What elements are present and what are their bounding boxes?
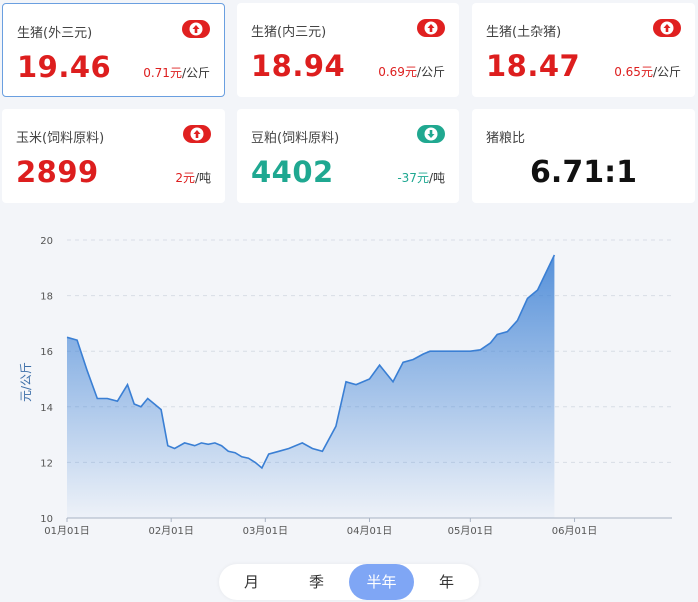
change-unit: /吨 [428,171,445,185]
change-unit: /公斤 [416,65,445,79]
x-tick-label: 05月01日 [448,525,493,537]
card-name: 生猪(内三元) [251,25,327,40]
price-card-pig-inner[interactable]: 生猪(内三元) 18.94 0.69元/公斤 [237,3,459,97]
x-tick-label: 02月01日 [148,525,193,537]
range-tab-half-year[interactable]: 半年 [349,564,414,600]
change-amount: 0.71元 [143,66,182,80]
card-value: 18.94 [251,49,346,83]
change-unit: /公斤 [652,65,681,79]
y-tick-label: 14 [40,403,53,414]
y-tick-label: 12 [40,458,53,469]
card-name: 猪粮比 [486,131,526,146]
change-amount: 0.69元 [378,65,417,79]
arrow-down-icon [417,125,445,143]
arrow-up-icon [417,19,445,37]
card-change: 2元/吨 [175,169,211,186]
x-tick-label: 03月01日 [243,525,288,537]
change-unit: /公斤 [181,66,210,80]
x-tick-label: 01月01日 [44,525,89,537]
card-name: 生猪(土杂猪) [486,25,562,40]
price-card-pig-outer[interactable]: 生猪(外三元) 19.46 0.71元/公斤 [2,3,225,97]
card-change: 0.69元/公斤 [378,63,445,80]
change-unit: /吨 [194,171,211,185]
y-axis-title: 元/公斤 [19,362,33,402]
card-value: 2899 [16,155,99,189]
card-name: 生猪(外三元) [17,26,93,41]
arrow-up-icon [653,19,681,37]
change-amount: 0.65元 [614,65,653,79]
price-card-pig-local[interactable]: 生猪(土杂猪) 18.47 0.65元/公斤 [472,3,695,97]
price-area-fill [67,255,555,518]
card-name: 豆粕(饲料原料) [251,131,340,146]
card-value: 19.46 [17,50,112,84]
change-amount: -37元 [397,171,429,185]
card-name: 玉米(饲料原料) [16,131,105,146]
y-tick-label: 18 [40,292,53,303]
card-value: 4402 [251,155,334,189]
range-switch: 月 季 半年 年 [219,564,479,600]
y-tick-label: 20 [40,236,53,247]
x-tick-label: 04月01日 [347,525,392,537]
y-tick-label: 10 [40,514,53,525]
range-tab-month[interactable]: 月 [219,564,284,600]
y-tick-label: 16 [40,347,53,358]
arrow-up-icon [183,125,211,143]
chart-svg: 10 12 14 16 18 20 01月01日 02月01日 03月01日 04月01日 05月0… [19,236,672,537]
card-change: 0.71元/公斤 [143,64,210,81]
ratio-value: 6.71:1 [530,155,637,190]
price-trend-chart: 10 12 14 16 18 20 01月01日 02月01日 03月01日 04月01日 05月0… [0,222,698,542]
x-tick-label: 06月01日 [552,525,597,537]
card-change: 0.65元/公斤 [614,63,681,80]
pig-grain-ratio-card[interactable]: 猪粮比 6.71:1 [472,109,695,203]
card-change: -37元/吨 [397,169,445,186]
range-tab-year[interactable]: 年 [414,564,479,600]
price-card-soymeal[interactable]: 豆粕(饲料原料) 4402 -37元/吨 [237,109,459,203]
card-value: 18.47 [486,49,581,83]
range-tab-quarter[interactable]: 季 [284,564,349,600]
change-amount: 2元 [175,171,195,185]
price-card-corn[interactable]: 玉米(饲料原料) 2899 2元/吨 [2,109,225,203]
arrow-up-icon [182,20,210,38]
